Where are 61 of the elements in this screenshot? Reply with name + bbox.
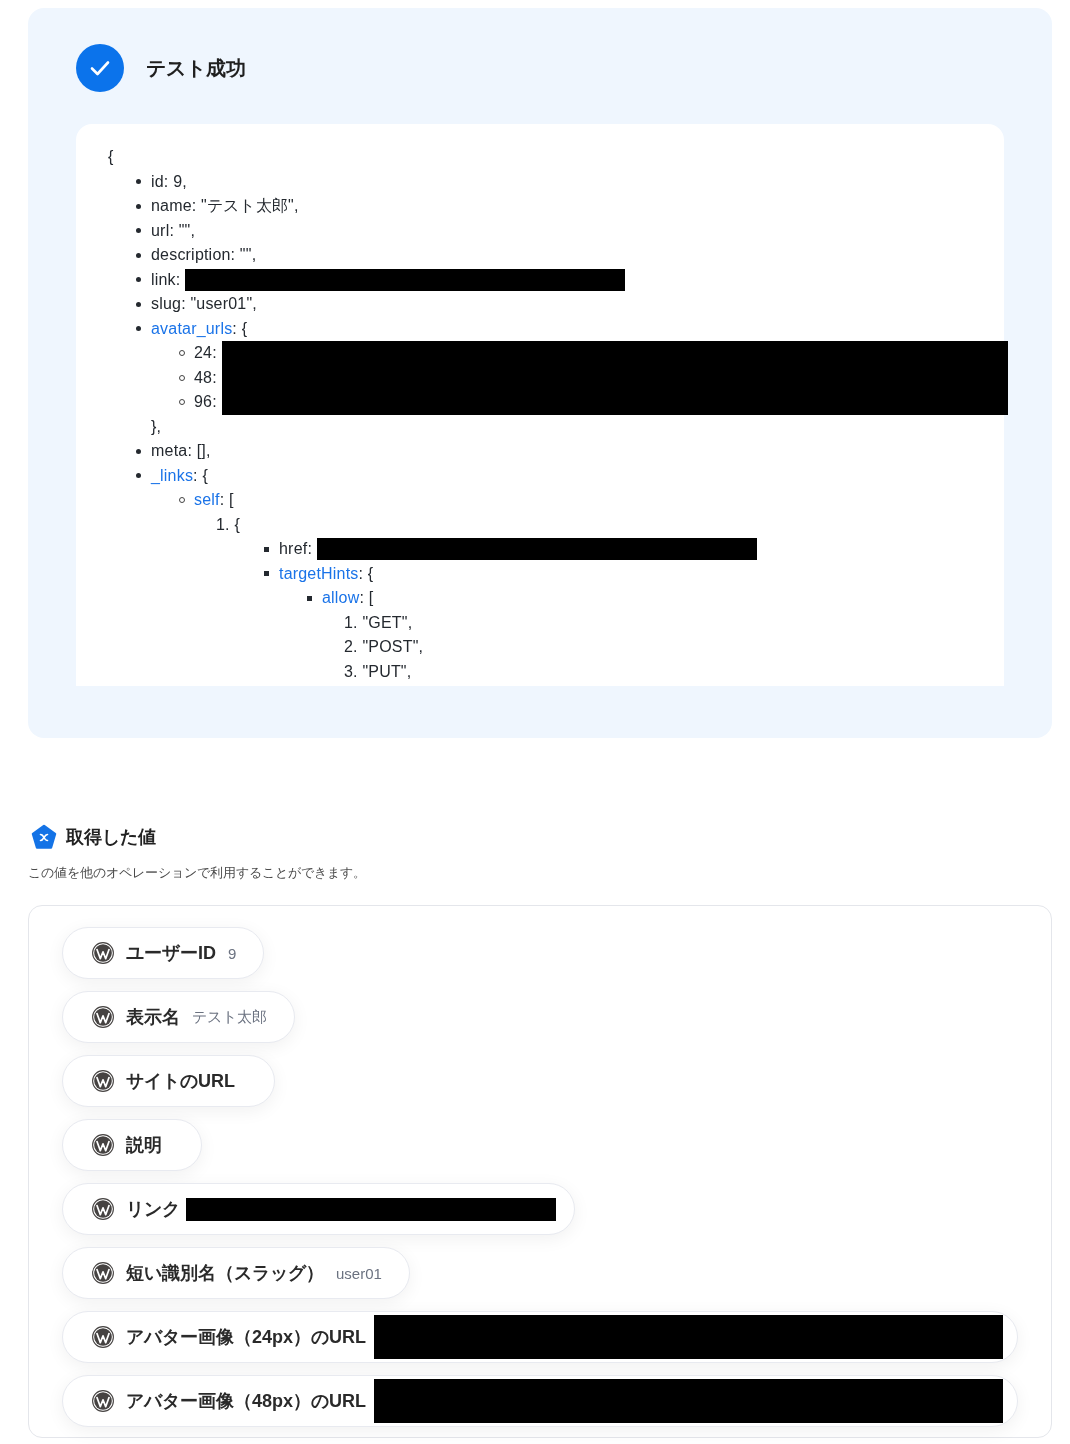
chip-label: アバター画像（48px）のURL: [126, 1390, 367, 1413]
code-line: targetHints: {: [279, 563, 374, 584]
bullet-icon: [136, 179, 141, 185]
key-link[interactable]: targetHints: [279, 564, 359, 582]
w-logo-icon: [92, 1070, 114, 1092]
chip-label: リンク: [126, 1198, 180, 1221]
chip-label: 短い識別名（スラッグ）: [126, 1262, 324, 1285]
code-line: 48:: [194, 365, 1008, 390]
w-logo-icon: [92, 942, 114, 964]
bullet-icon: [136, 277, 141, 283]
code-line: 3. "PUT",: [344, 661, 412, 682]
chip-value: user01: [336, 1264, 382, 1282]
code-line: {: [108, 147, 114, 167]
bullet-icon: [136, 203, 141, 209]
bullet-icon: [136, 326, 141, 332]
code-line: allow: [: [322, 588, 374, 608]
w-logo-icon: [92, 1134, 114, 1156]
code-line: 1. "GET",: [344, 612, 413, 633]
code-line: 1. {: [216, 514, 240, 535]
code-line: name: "テスト太郎",: [151, 196, 299, 216]
key-link[interactable]: self: [194, 491, 220, 508]
code-line: self: [: [194, 490, 234, 510]
code-line: 96:: [194, 390, 1008, 415]
w-logo-icon: [92, 1262, 114, 1284]
bullet-icon: [136, 228, 141, 234]
code-line: link:: [151, 267, 626, 292]
section-title: 取得した値: [66, 826, 156, 849]
code-line: slug: "user01",: [151, 294, 257, 314]
chip-label: 表示名: [126, 1006, 180, 1029]
bullet-icon: [136, 473, 141, 479]
result-title: テスト成功: [146, 55, 246, 81]
chip-label: アバター画像（24px）のURL: [126, 1326, 367, 1349]
key-link[interactable]: avatar_urls: [151, 319, 233, 337]
chip-value: 9: [228, 944, 237, 962]
code-line: id: 9,: [151, 171, 187, 192]
w-logo-icon: [92, 1326, 114, 1348]
w-logo-icon: [92, 1390, 114, 1412]
code-line: avatar_urls: {: [151, 318, 248, 339]
bullet-icon: [264, 546, 269, 552]
code-line: },: [151, 416, 162, 437]
code-line: 2. "POST",: [344, 637, 424, 657]
code-line: url: "",: [151, 220, 196, 241]
w-logo-icon: [92, 1198, 114, 1220]
chip-label: サイトのURL: [126, 1070, 235, 1093]
chip-label: ユーザーID: [126, 942, 216, 965]
code-line: 24:: [194, 341, 1008, 366]
bullet-icon: [136, 448, 141, 454]
section-description: この値を他のオペレーションで利用することができます。: [28, 864, 367, 882]
bullet-icon: [264, 571, 269, 577]
code-line: description: "",: [151, 245, 257, 265]
w-logo-icon: [92, 1006, 114, 1028]
key-link[interactable]: allow: [322, 589, 360, 606]
bullet-icon: [307, 595, 312, 601]
chip-label: 説明: [126, 1134, 162, 1157]
code-line: _links: {: [151, 465, 208, 486]
bullet-icon: [136, 301, 141, 307]
bullet-icon: [136, 252, 141, 258]
code-line: href:: [279, 537, 758, 562]
chip-value: テスト太郎: [192, 1007, 267, 1027]
code-line: meta: [],: [151, 441, 211, 461]
pentagon-x-icon: [31, 824, 57, 850]
